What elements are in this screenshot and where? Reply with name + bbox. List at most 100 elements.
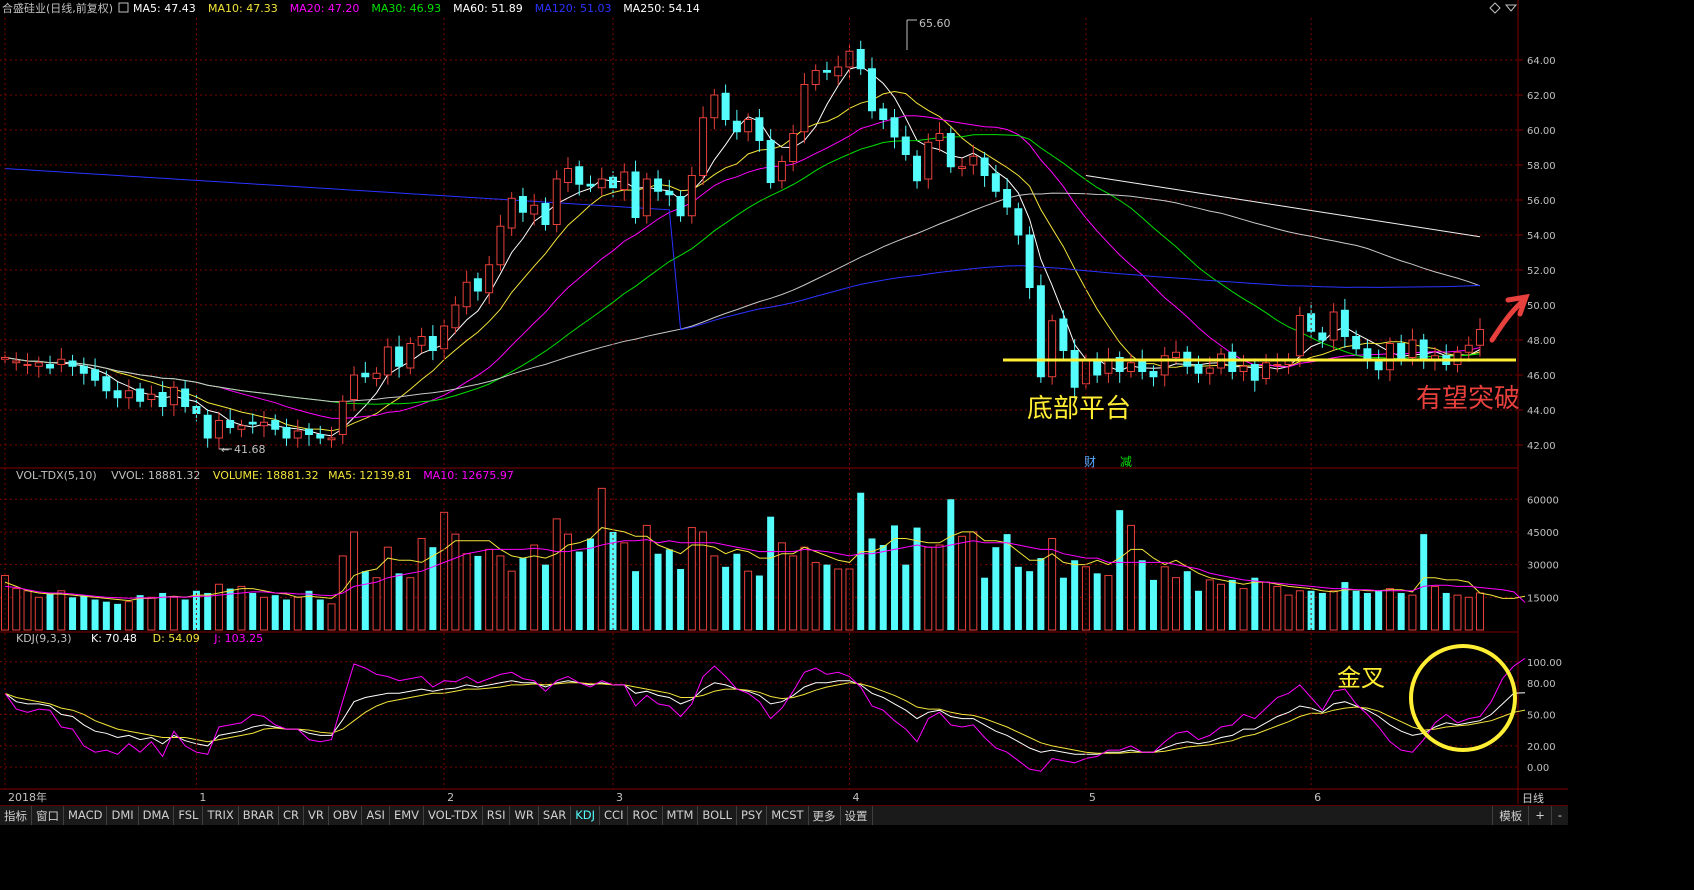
candle-body bbox=[395, 346, 404, 367]
toolbar-tab[interactable]: VOL-TDX bbox=[424, 806, 483, 825]
toolbar-tab[interactable]: VR bbox=[304, 806, 329, 825]
candle-body bbox=[1464, 344, 1473, 353]
volume-bar bbox=[57, 590, 66, 631]
candle-body bbox=[203, 414, 212, 439]
candle bbox=[642, 172, 651, 224]
toolbar-tab[interactable]: ROC bbox=[628, 806, 663, 825]
panel-frames bbox=[0, 0, 1568, 804]
candle-body bbox=[518, 196, 527, 213]
expand-icon[interactable] bbox=[1504, 4, 1518, 12]
volume-bar bbox=[429, 547, 437, 630]
period-label[interactable]: 日线 bbox=[1522, 790, 1544, 806]
volume-bar bbox=[575, 551, 583, 630]
breakout-arrow-icon bbox=[1489, 293, 1530, 343]
time-tick-label: 6 bbox=[1314, 791, 1321, 804]
breakout-label: 有望突破 bbox=[1416, 384, 1520, 414]
candle bbox=[271, 414, 280, 436]
toolbar-tab[interactable]: MTM bbox=[663, 806, 699, 825]
candle-body bbox=[305, 428, 313, 435]
title-toggle-icon[interactable] bbox=[118, 2, 129, 13]
toolbar-tab[interactable]: OBV bbox=[329, 806, 363, 825]
candle-body bbox=[428, 336, 437, 351]
toolbar-tab[interactable]: FSL bbox=[174, 806, 204, 825]
toolbar-tab[interactable]: 设置 bbox=[841, 806, 873, 825]
legend-item: D: 54.09 bbox=[153, 632, 200, 645]
volume-bar bbox=[744, 570, 753, 631]
volume-bar bbox=[632, 571, 640, 630]
volume-bar bbox=[462, 553, 471, 631]
candle bbox=[958, 158, 967, 177]
toolbar-tab[interactable]: 指标 bbox=[0, 806, 32, 825]
candle bbox=[1059, 310, 1068, 361]
kdj-tick-label: 50.00 bbox=[1527, 710, 1556, 721]
toolbar-tab[interactable]: 更多 bbox=[809, 806, 841, 825]
toolbar-tab[interactable]: MACD bbox=[64, 806, 108, 825]
candle-body bbox=[867, 68, 876, 112]
legend-item: MA10: 47.33 bbox=[208, 2, 278, 15]
volume-bar bbox=[136, 595, 144, 630]
toolbar-tab[interactable]: DMA bbox=[139, 806, 175, 825]
time-tick-label: 1 bbox=[199, 791, 206, 804]
toolbar-tab[interactable]: BRAR bbox=[239, 806, 280, 825]
candle-body bbox=[350, 374, 359, 400]
candle bbox=[451, 296, 460, 334]
candle bbox=[1104, 347, 1113, 383]
legend-item: J: 103.25 bbox=[213, 632, 263, 645]
toolbar-right-tab[interactable]: - bbox=[1550, 806, 1568, 825]
candle bbox=[867, 57, 876, 119]
candle-body bbox=[901, 136, 910, 155]
volume-bar bbox=[1352, 590, 1360, 630]
toolbar-right-tab[interactable]: 模板 bbox=[1492, 806, 1528, 825]
volume-bar bbox=[642, 524, 651, 631]
toolbar-tab[interactable]: TRIX bbox=[203, 806, 239, 825]
candle-body bbox=[1476, 329, 1484, 346]
volume-tick-label: 30000 bbox=[1527, 561, 1559, 572]
toolbar-tab[interactable]: SAR bbox=[539, 806, 572, 825]
volume-bar bbox=[1217, 583, 1226, 631]
toolbar-tab[interactable]: CR bbox=[279, 806, 305, 825]
candle-body bbox=[68, 360, 77, 367]
volume-bar bbox=[159, 592, 167, 630]
candle bbox=[147, 385, 156, 408]
volume-bar bbox=[1026, 571, 1034, 630]
marker-cai: 财 bbox=[1084, 455, 1096, 469]
candle-body bbox=[1059, 318, 1068, 351]
volume-bar bbox=[316, 599, 324, 630]
diamond-icon[interactable] bbox=[1489, 2, 1501, 14]
volume-bar bbox=[1295, 590, 1304, 631]
candle bbox=[710, 88, 719, 130]
legend-item: MA250: 54.14 bbox=[623, 2, 700, 15]
volume-bar bbox=[1408, 594, 1417, 631]
high-marker: 65.60 bbox=[906, 17, 951, 50]
toolbar-tab[interactable]: BOLL bbox=[698, 806, 737, 825]
candle bbox=[428, 325, 437, 361]
toolbar-tab[interactable]: 窗口 bbox=[32, 806, 64, 825]
candle bbox=[1340, 298, 1349, 348]
toolbar-tab[interactable]: ASI bbox=[362, 806, 390, 825]
candle-body bbox=[969, 155, 978, 166]
toolbar-tab[interactable]: MCST bbox=[767, 806, 809, 825]
volume-bar bbox=[485, 548, 494, 631]
candle bbox=[1093, 352, 1102, 383]
toolbar-tab[interactable]: WR bbox=[510, 806, 539, 825]
toolbar-tab[interactable]: CCI bbox=[600, 806, 629, 825]
volume-bar bbox=[789, 555, 798, 631]
candle bbox=[181, 380, 190, 413]
candle bbox=[12, 352, 21, 371]
candle-body bbox=[1228, 351, 1237, 372]
toolbar-tab[interactable]: EMV bbox=[390, 806, 424, 825]
toolbar-tab[interactable]: KDJ bbox=[571, 806, 601, 825]
price-tick-label: 64.00 bbox=[1527, 56, 1556, 67]
candle-body bbox=[158, 392, 167, 407]
candle bbox=[800, 73, 809, 144]
candle-body bbox=[226, 420, 235, 428]
time-tick-label: 3 bbox=[616, 791, 623, 804]
candle bbox=[890, 109, 899, 149]
toolbar-tab[interactable]: PSY bbox=[737, 806, 768, 825]
toolbar-tab[interactable]: RSI bbox=[483, 806, 511, 825]
toolbar-right-tab[interactable]: + bbox=[1528, 806, 1551, 825]
candle bbox=[811, 64, 820, 91]
toolbar-tab[interactable]: DMI bbox=[107, 806, 139, 825]
candle bbox=[1025, 226, 1034, 299]
volume-bar bbox=[1126, 524, 1135, 631]
